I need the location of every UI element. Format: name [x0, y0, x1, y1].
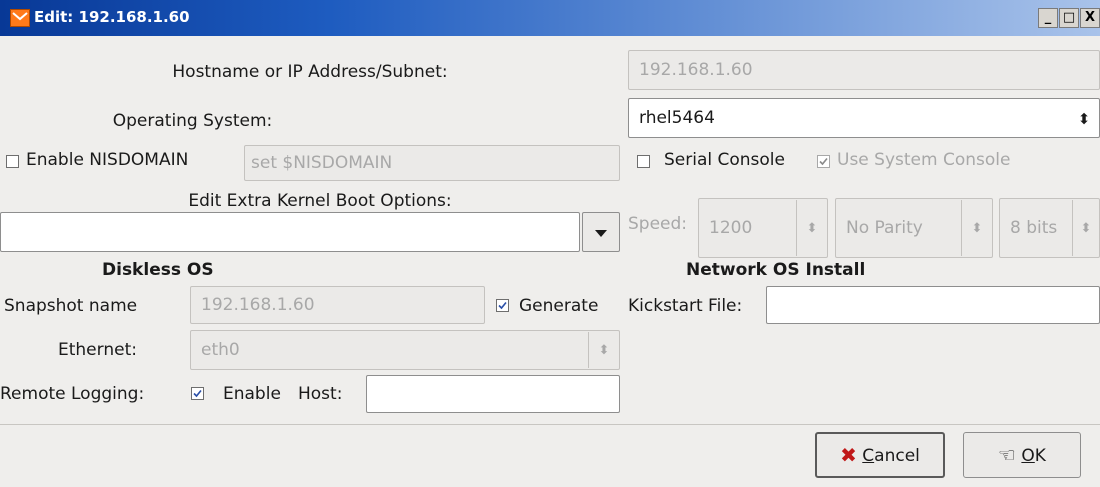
cancel-button[interactable]: ✖ Cancel: [815, 432, 945, 478]
button-separator: [0, 424, 1100, 425]
ethernet-select: eth0 ⬍: [190, 330, 620, 370]
ok-accel: O: [1021, 446, 1035, 466]
nisdomain-field: set $NISDOMAIN: [244, 145, 620, 181]
kernel-options-dropdown-button[interactable]: [582, 212, 620, 252]
ethernet-updown-icon: ⬍: [588, 332, 619, 368]
generate-label: Generate: [519, 296, 599, 316]
ok-hand-icon: ☜: [998, 443, 1016, 467]
chevron-down-icon: [595, 230, 607, 237]
title-bar[interactable]: Edit: 192.168.1.60 _ □ X: [0, 0, 1100, 36]
host-label: Host:: [298, 384, 343, 404]
bits-updown-icon: ⬍: [1072, 200, 1099, 256]
kernel-options-input[interactable]: [0, 212, 580, 252]
speed-select: 1200 ⬍: [698, 198, 828, 258]
updown-icon: ⬍: [1077, 110, 1091, 128]
speed-label: Speed:: [628, 214, 688, 234]
kickstart-file-label: Kickstart File:: [628, 296, 743, 316]
generate-checkbox[interactable]: [496, 299, 509, 312]
remote-logging-label: Remote Logging:: [0, 384, 145, 404]
ethernet-value: eth0: [201, 340, 240, 360]
bits-select: 8 bits ⬍: [999, 198, 1100, 258]
app-icon: [10, 9, 30, 27]
cancel-x-icon: ✖: [840, 443, 857, 467]
ok-label: K: [1034, 446, 1046, 466]
hostname-field: 192.168.1.60: [628, 50, 1100, 90]
remote-host-input[interactable]: [366, 375, 620, 413]
parity-updown-icon: ⬍: [961, 200, 992, 256]
snapshot-name-field: 192.168.1.60: [190, 286, 485, 324]
hostname-value: 192.168.1.60: [639, 60, 753, 80]
kernel-options-label: Edit Extra Kernel Boot Options:: [188, 191, 452, 211]
serial-console-checkbox[interactable]: [637, 155, 650, 168]
nisdomain-label: Enable NISDOMAIN: [26, 150, 189, 170]
os-label: Operating System:: [112, 111, 273, 131]
nisdomain-checkbox[interactable]: [6, 155, 19, 168]
os-select[interactable]: rhel5464 ⬍: [628, 98, 1100, 138]
system-console-label: Use System Console: [837, 150, 1011, 170]
parity-select: No Parity ⬍: [835, 198, 993, 258]
network-os-install-heading: Network OS Install: [686, 260, 866, 280]
ethernet-label: Ethernet:: [58, 340, 137, 360]
system-console-checkbox: [817, 155, 830, 168]
close-button[interactable]: X: [1080, 8, 1100, 28]
snapshot-name-label: Snapshot name: [4, 296, 138, 316]
window-title: Edit: 192.168.1.60: [34, 8, 190, 26]
nisdomain-placeholder: set $NISDOMAIN: [251, 153, 393, 173]
minimize-button[interactable]: _: [1038, 8, 1058, 28]
hostname-label: Hostname or IP Address/Subnet:: [172, 62, 448, 82]
speed-updown-icon: ⬍: [796, 200, 827, 256]
diskless-os-heading: Diskless OS: [102, 260, 214, 280]
maximize-button[interactable]: □: [1059, 8, 1079, 28]
cancel-accel: C: [862, 446, 875, 466]
snapshot-name-value: 192.168.1.60: [201, 295, 315, 315]
cancel-label: ancel: [874, 446, 920, 466]
remote-logging-enable-label: Enable: [223, 384, 281, 404]
kickstart-file-input[interactable]: [766, 286, 1100, 324]
remote-logging-checkbox[interactable]: [191, 387, 204, 400]
serial-console-label: Serial Console: [664, 150, 785, 170]
os-selected-value: rhel5464: [639, 108, 715, 128]
ok-button[interactable]: ☜ OK: [963, 432, 1081, 478]
edit-dialog: Edit: 192.168.1.60 _ □ X Hostname or IP …: [0, 0, 1100, 487]
